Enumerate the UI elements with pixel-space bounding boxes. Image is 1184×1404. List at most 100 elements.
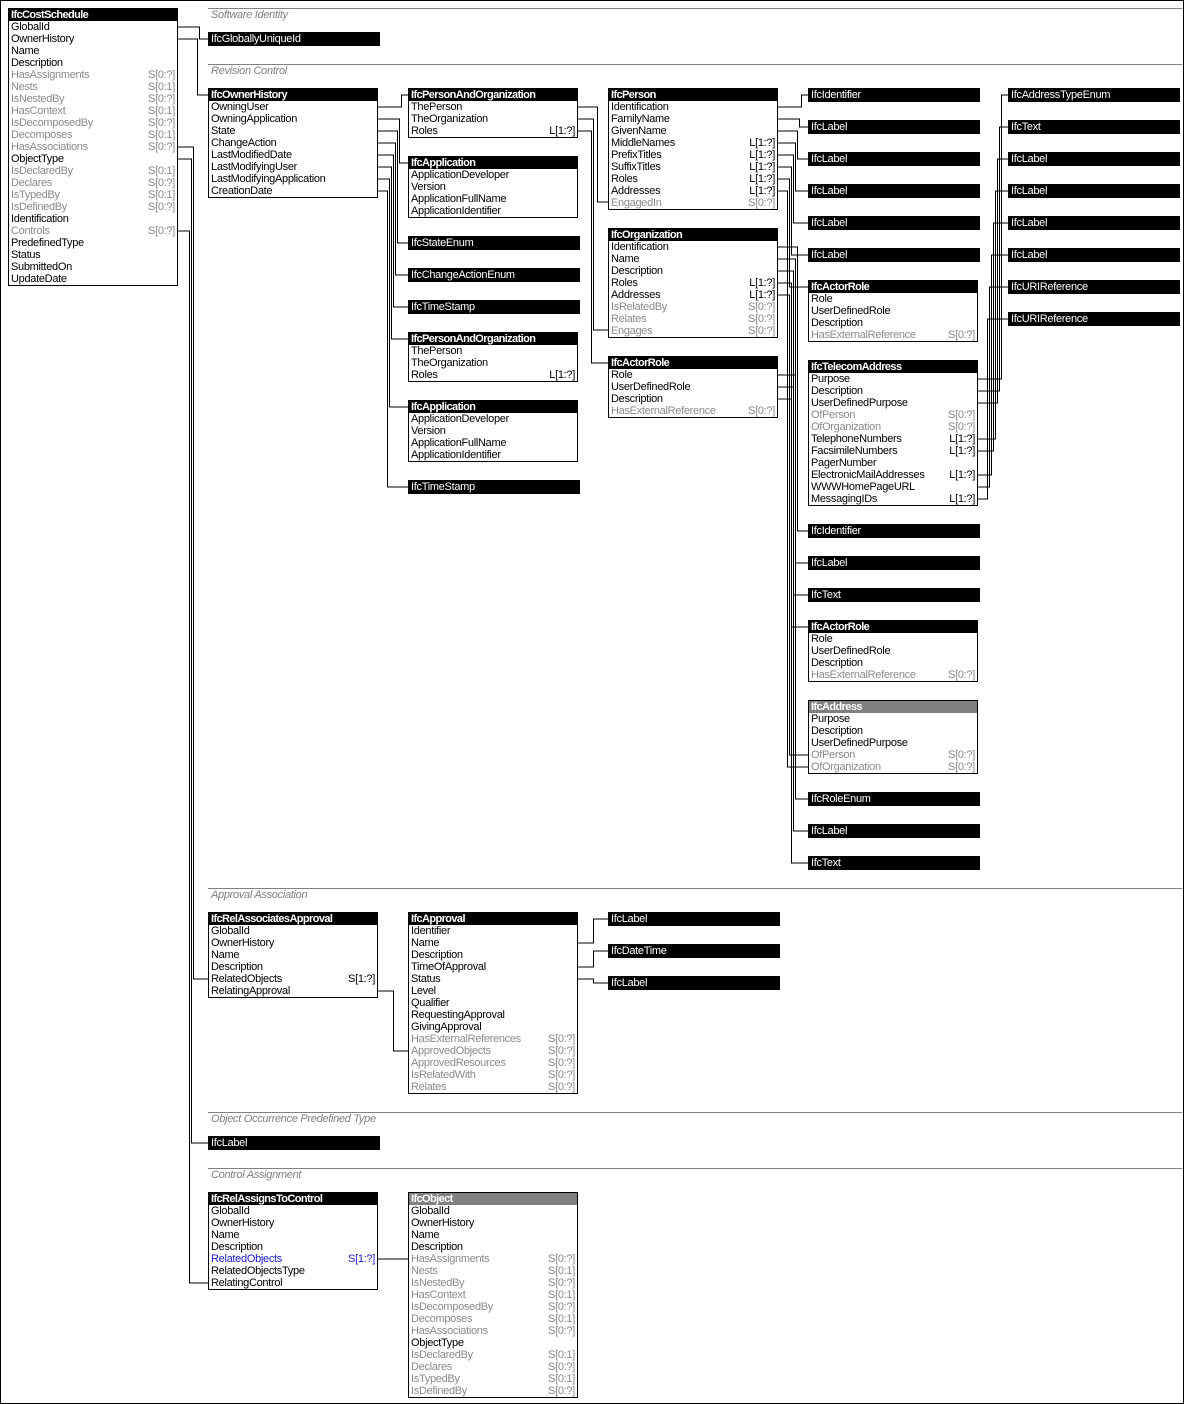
- attribute-row[interactable]: Decomposes S[0:1]: [409, 1313, 577, 1325]
- attribute-row[interactable]: PagerNumber: [809, 457, 977, 469]
- attribute-row[interactable]: LastModifyingApplication: [209, 173, 377, 185]
- entity-header[interactable]: IfcCostSchedule: [9, 9, 177, 21]
- attribute-row[interactable]: HasContext S[0:1]: [409, 1289, 577, 1301]
- type-label[interactable]: IfcLabel: [808, 152, 980, 166]
- attribute-row[interactable]: Description: [809, 317, 977, 329]
- attribute-row[interactable]: IsDeclaredBy S[0:1]: [409, 1349, 577, 1361]
- entity-rel-assigns-to-control[interactable]: IfcRelAssignsToControl GlobalId OwnerHisto…: [208, 1192, 378, 1290]
- attribute-row[interactable]: Name: [209, 1229, 377, 1241]
- attribute-row[interactable]: Description: [809, 725, 977, 737]
- attribute-row[interactable]: TheOrganization: [409, 113, 577, 125]
- attribute-row[interactable]: Name: [409, 937, 577, 949]
- entity-header[interactable]: IfcRelAssignsToControl: [209, 1193, 377, 1205]
- type-address-type-enum[interactable]: IfcAddressTypeEnum: [1008, 88, 1180, 102]
- entity-header[interactable]: IfcAddress: [809, 701, 977, 713]
- attribute-row[interactable]: RequestingApproval: [409, 1009, 577, 1021]
- attribute-row[interactable]: Identification: [609, 101, 777, 113]
- attribute-row[interactable]: UserDefinedRole: [809, 645, 977, 657]
- attribute-row[interactable]: TheOrganization: [409, 357, 577, 369]
- attribute-row[interactable]: Addresses L[1:?]: [609, 185, 777, 197]
- attribute-row[interactable]: SubmittedOn: [9, 261, 177, 273]
- attribute-row[interactable]: Description: [409, 1241, 577, 1253]
- attribute-row[interactable]: Status: [9, 249, 177, 261]
- attribute-row[interactable]: Engages S[0:?]: [609, 325, 777, 337]
- attribute-row[interactable]: OfOrganization S[0:?]: [809, 761, 977, 773]
- attribute-row[interactable]: UserDefinedRole: [809, 305, 977, 317]
- attribute-row[interactable]: IsRelatedWith S[0:?]: [409, 1069, 577, 1081]
- attribute-row[interactable]: ApplicationIdentifier: [409, 205, 577, 217]
- attribute-row[interactable]: PrefixTitles L[1:?]: [609, 149, 777, 161]
- entity-telecom-address[interactable]: IfcTelecomAddress Purpose Description UserD…: [808, 360, 978, 506]
- attribute-row[interactable]: RelatingControl: [209, 1277, 377, 1289]
- attribute-row[interactable]: Version: [409, 181, 577, 193]
- entity-header[interactable]: IfcPerson: [609, 89, 777, 101]
- attribute-row[interactable]: Roles L[1:?]: [609, 277, 777, 289]
- attribute-row[interactable]: IsRelatedBy S[0:?]: [609, 301, 777, 313]
- entity-cost-schedule[interactable]: IfcCostSchedule GlobalId OwnerHistory Name D…: [8, 8, 178, 286]
- type-time-stamp[interactable]: IfcTimeStamp: [408, 480, 580, 494]
- attribute-row[interactable]: Description: [809, 385, 977, 397]
- type-label[interactable]: IfcLabel: [808, 184, 980, 198]
- type-label[interactable]: IfcLabel: [208, 1136, 380, 1150]
- type-text[interactable]: IfcText: [808, 588, 980, 602]
- attribute-row[interactable]: OfOrganization S[0:?]: [809, 421, 977, 433]
- attribute-row[interactable]: LastModifiedDate: [209, 149, 377, 161]
- attribute-row[interactable]: Roles L[1:?]: [409, 125, 577, 137]
- attribute-row[interactable]: CreationDate: [209, 185, 377, 197]
- attribute-row[interactable]: Roles L[1:?]: [409, 369, 577, 381]
- type-label[interactable]: IfcLabel: [1008, 152, 1180, 166]
- attribute-row[interactable]: TelephoneNumbers L[1:?]: [809, 433, 977, 445]
- attribute-row[interactable]: HasAssociations S[0:?]: [9, 141, 177, 153]
- attribute-row[interactable]: Qualifier: [409, 997, 577, 1009]
- attribute-row[interactable]: WWWHomePageURL: [809, 481, 977, 493]
- attribute-row[interactable]: FamilyName: [609, 113, 777, 125]
- attribute-row[interactable]: Declares S[0:?]: [409, 1361, 577, 1373]
- type-state-enum[interactable]: IfcStateEnum: [408, 236, 580, 250]
- entity-header[interactable]: IfcPersonAndOrganization: [409, 333, 577, 345]
- entity-person-and-organization[interactable]: IfcPersonAndOrganization ThePerson TheOrga…: [408, 332, 578, 382]
- attribute-row[interactable]: Name: [9, 45, 177, 57]
- attribute-row[interactable]: HasAssignments S[0:?]: [9, 69, 177, 81]
- attribute-row[interactable]: HasExternalReferences S[0:?]: [409, 1033, 577, 1045]
- type-label[interactable]: IfcLabel: [808, 248, 980, 262]
- attribute-row[interactable]: Relates S[0:?]: [609, 313, 777, 325]
- entity-header[interactable]: IfcOwnerHistory: [209, 89, 377, 101]
- attribute-row[interactable]: Nests S[0:1]: [9, 81, 177, 93]
- attribute-row[interactable]: HasAssignments S[0:?]: [409, 1253, 577, 1265]
- attribute-row[interactable]: Role: [609, 369, 777, 381]
- entity-header[interactable]: IfcActorRole: [809, 621, 977, 633]
- attribute-row[interactable]: Identification: [609, 241, 777, 253]
- attribute-row[interactable]: Addresses L[1:?]: [609, 289, 777, 301]
- attribute-row[interactable]: OfPerson S[0:?]: [809, 749, 977, 761]
- attribute-row[interactable]: HasExternalReference S[0:?]: [809, 669, 977, 681]
- attribute-row[interactable]: GlobalId: [209, 925, 377, 937]
- attribute-row[interactable]: ApplicationIdentifier: [409, 449, 577, 461]
- type-label[interactable]: IfcLabel: [1008, 248, 1180, 262]
- attribute-row[interactable]: Name: [609, 253, 777, 265]
- attribute-row[interactable]: Purpose: [809, 373, 977, 385]
- attribute-row[interactable]: UserDefinedPurpose: [809, 737, 977, 749]
- type-label[interactable]: IfcLabel: [808, 216, 980, 230]
- attribute-row[interactable]: OwningApplication: [209, 113, 377, 125]
- attribute-row[interactable]: UserDefinedRole: [609, 381, 777, 393]
- type-identifier[interactable]: IfcIdentifier: [808, 524, 980, 538]
- attribute-row[interactable]: ThePerson: [409, 345, 577, 357]
- attribute-row[interactable]: OwnerHistory: [409, 1217, 577, 1229]
- attribute-row[interactable]: GivenName: [609, 125, 777, 137]
- entity-application[interactable]: IfcApplication ApplicationDeveloper Versio…: [408, 400, 578, 462]
- entity-actor-role[interactable]: IfcActorRole Role UserDefinedRole Descripti…: [808, 620, 978, 682]
- attribute-row[interactable]: IsTypedBy S[0:1]: [409, 1373, 577, 1385]
- attribute-row[interactable]: IsNestedBy S[0:?]: [9, 93, 177, 105]
- attribute-row[interactable]: Name: [209, 949, 377, 961]
- attribute-row[interactable]: Declares S[0:?]: [9, 177, 177, 189]
- attribute-row[interactable]: Description: [209, 961, 377, 973]
- entity-actor-role[interactable]: IfcActorRole Role UserDefinedRole Descripti…: [608, 356, 778, 418]
- attribute-row[interactable]: Description: [609, 393, 777, 405]
- attribute-row[interactable]: Role: [809, 293, 977, 305]
- entity-owner-history[interactable]: IfcOwnerHistory OwningUser OwningApplicati…: [208, 88, 378, 198]
- attribute-row[interactable]: ChangeAction: [209, 137, 377, 149]
- attribute-row[interactable]: IsDecomposedBy S[0:?]: [409, 1301, 577, 1313]
- type-text[interactable]: IfcText: [808, 856, 980, 870]
- attribute-row[interactable]: RelatedObjects S[1:?]: [209, 1253, 377, 1265]
- attribute-row[interactable]: ThePerson: [409, 101, 577, 113]
